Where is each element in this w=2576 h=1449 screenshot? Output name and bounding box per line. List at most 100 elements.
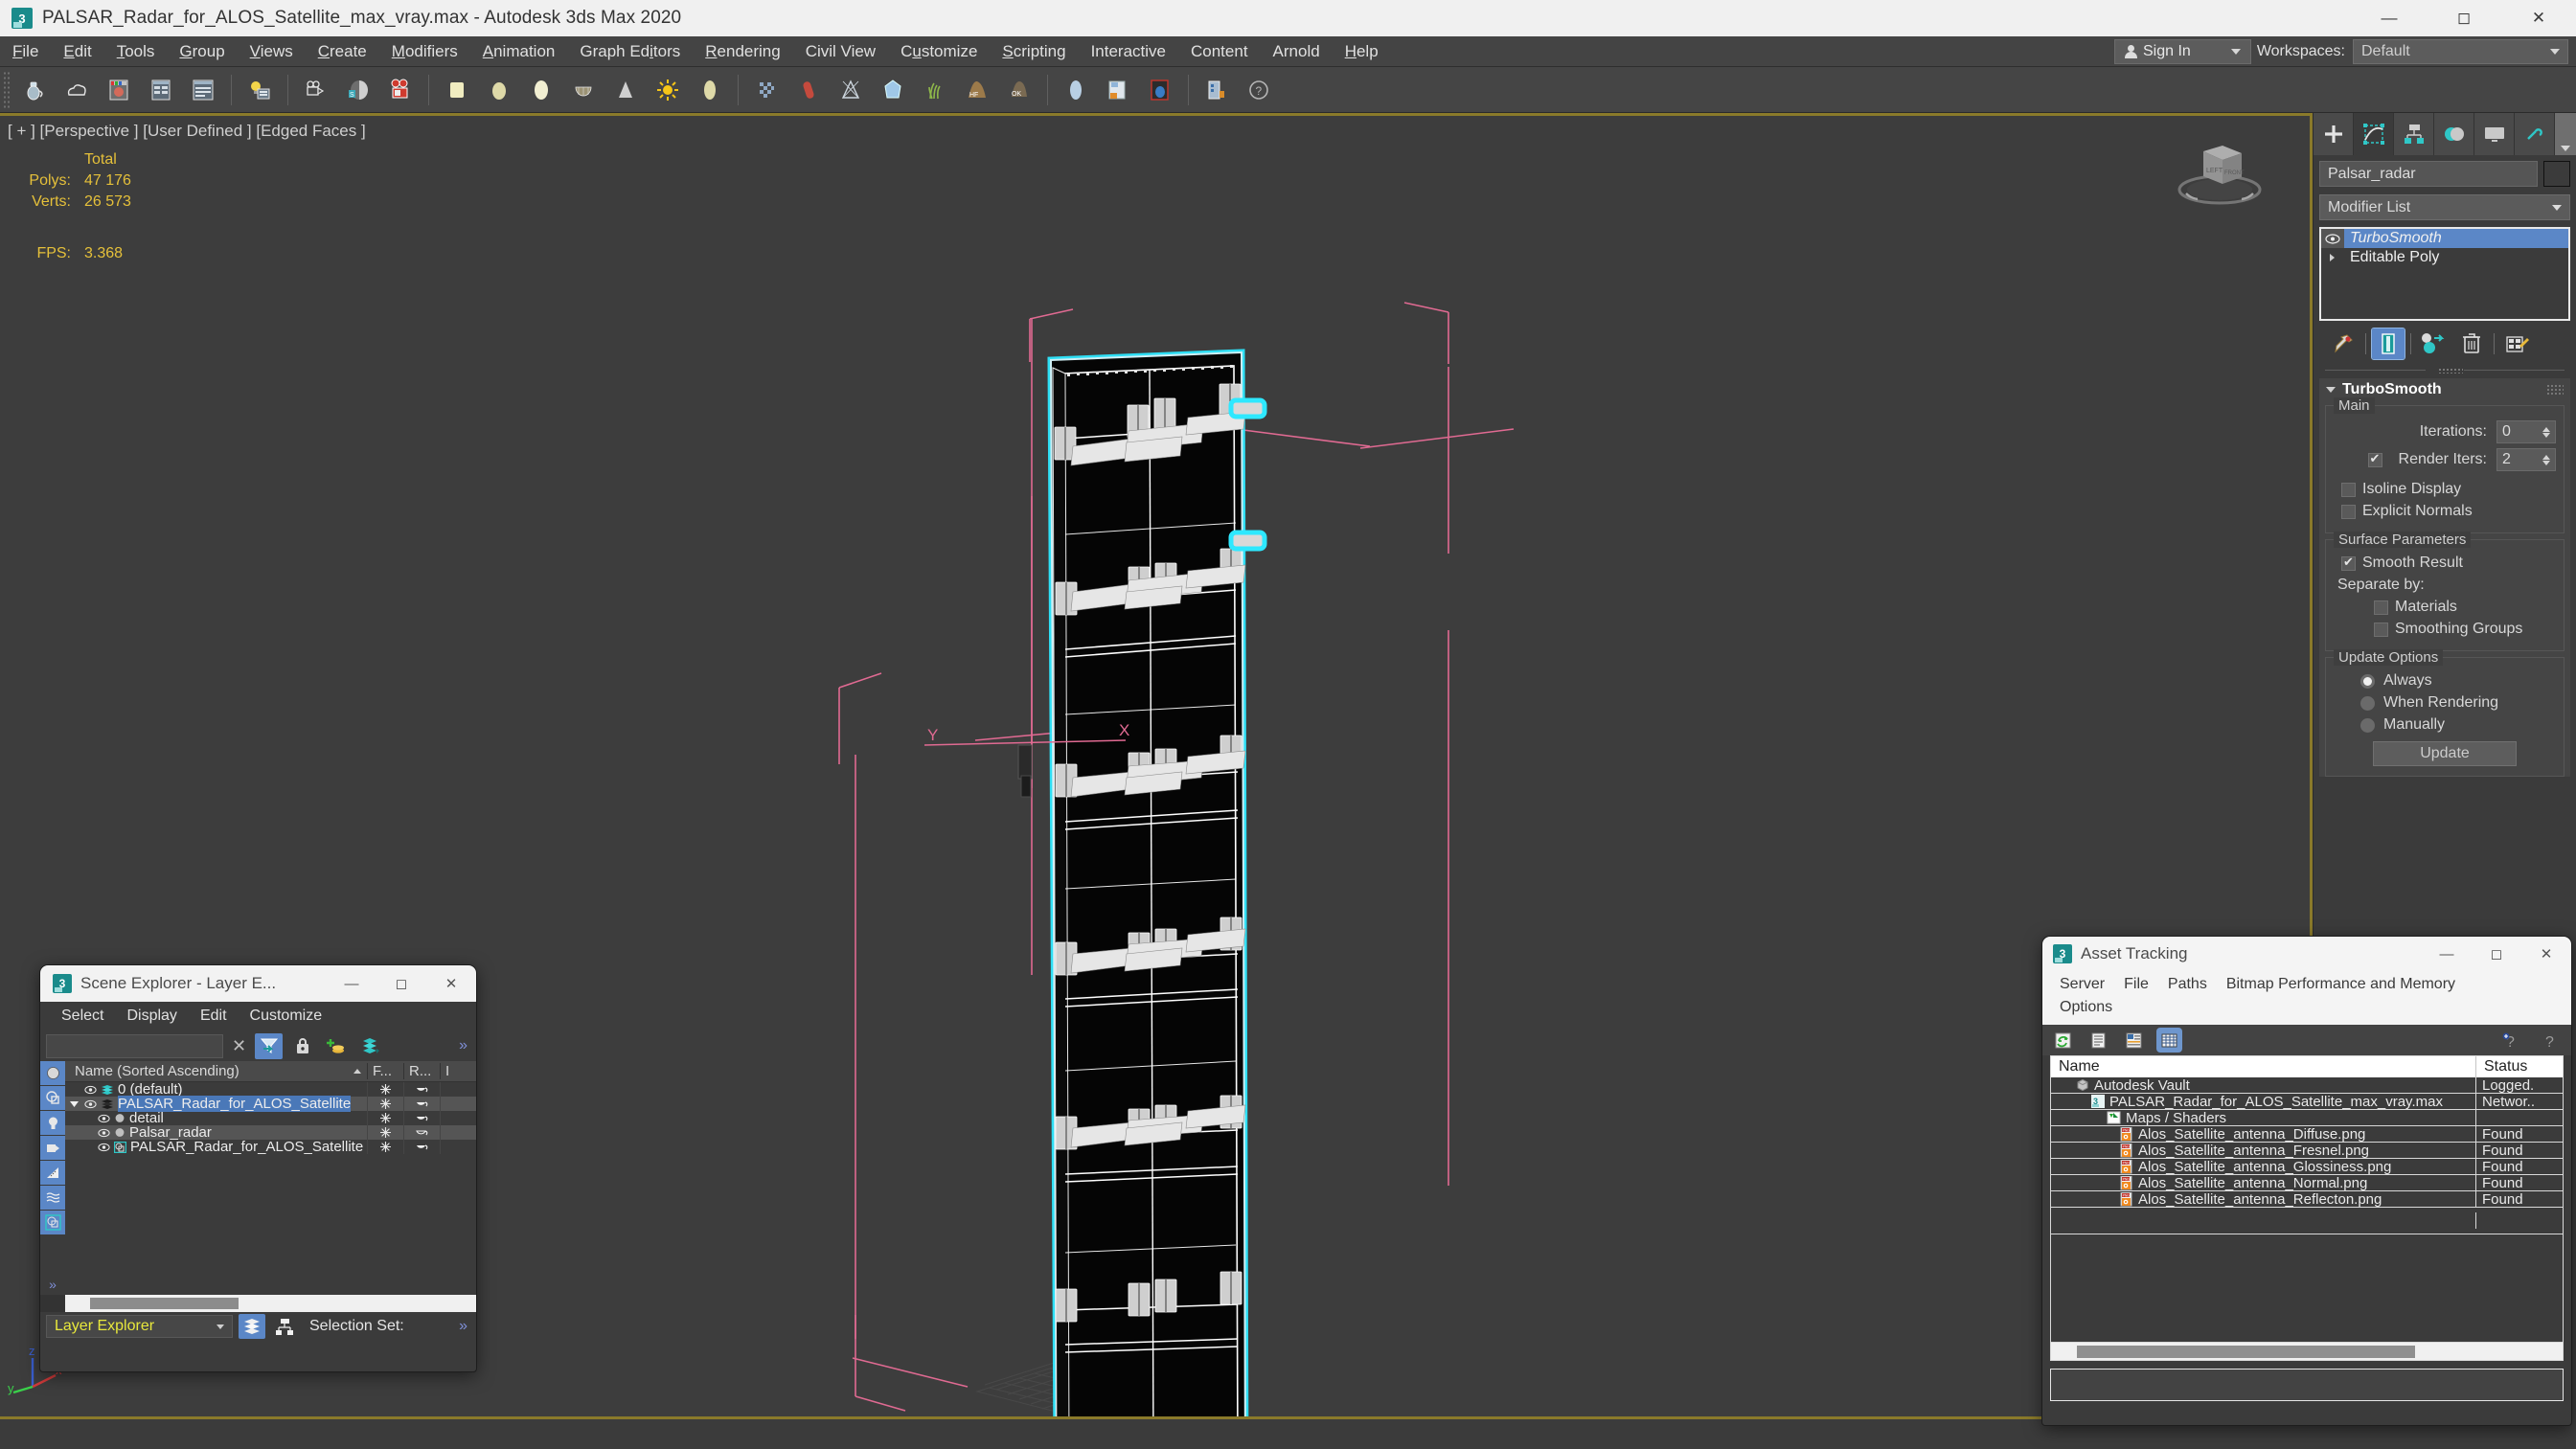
clear-search-icon[interactable]: ✕ (229, 1036, 249, 1056)
menu-rendering[interactable]: Rendering (693, 38, 792, 65)
table-view-icon[interactable] (2156, 1028, 2182, 1053)
render-iters-spinner[interactable]: 2 (2496, 448, 2556, 471)
renderable-cell[interactable] (403, 1125, 440, 1140)
create-tab[interactable] (2314, 113, 2354, 155)
at-menu-file[interactable]: File (2114, 973, 2158, 996)
update-option-manually[interactable]: Manually (2334, 716, 2556, 734)
add-layer-icon[interactable] (322, 1033, 350, 1059)
column-i[interactable]: I (440, 1063, 476, 1079)
i-cell[interactable] (440, 1097, 476, 1111)
menu-interactive[interactable]: Interactive (1079, 38, 1178, 65)
workspace-select[interactable]: Default (2353, 38, 2568, 64)
asset-tracking-close[interactable]: ✕ (2521, 937, 2571, 971)
display-tab[interactable] (2474, 113, 2515, 155)
frozen-cell[interactable] (367, 1111, 403, 1125)
table-row[interactable] (2051, 1208, 2563, 1234)
motion-tab[interactable] (2434, 113, 2474, 155)
asset-tracking-titlebar[interactable]: 3 Asset Tracking — ◻ ✕ (2042, 937, 2571, 971)
menu-help[interactable]: Help (1333, 38, 1391, 65)
horizontal-scrollbar[interactable] (65, 1295, 476, 1312)
ice-icon[interactable] (874, 71, 912, 109)
blue-sphere-icon[interactable] (1057, 71, 1095, 109)
cloud-icon[interactable] (57, 71, 96, 109)
column-name[interactable]: Name (Sorted Ascending) (65, 1063, 367, 1079)
cone-preset-icon[interactable] (606, 71, 645, 109)
materials-checkbox[interactable] (2374, 600, 2388, 615)
scene-explorer-close[interactable]: ✕ (426, 965, 476, 1002)
remove-modifier-icon[interactable] (2455, 328, 2488, 359)
toolbar-overflow-chevron[interactable]: » (459, 1037, 470, 1054)
chevron-down-icon[interactable] (68, 1098, 80, 1109)
horizontal-scrollbar[interactable] (2050, 1343, 2564, 1361)
table-row[interactable]: 0 (default) (65, 1081, 476, 1098)
eye-icon[interactable] (2321, 229, 2344, 248)
column-status[interactable]: Status (2476, 1056, 2563, 1077)
menu-create[interactable]: Create (306, 38, 379, 65)
asset-table[interactable]: Name Status Autodesk Vault Logged. 3 PAL… (2050, 1055, 2564, 1343)
renderable-cell[interactable] (403, 1082, 440, 1097)
table-row[interactable]: Palsar_radar (65, 1124, 476, 1141)
at-menu-paths[interactable]: Paths (2158, 973, 2217, 996)
utilities-tab[interactable] (2515, 113, 2555, 155)
scene-explorer-minimize[interactable]: — (327, 965, 376, 1002)
renderable-cell[interactable] (403, 1097, 440, 1111)
layer-stack-icon[interactable] (355, 1033, 383, 1059)
frozen-cell[interactable] (367, 1082, 403, 1097)
render-setup-icon[interactable]: S (339, 71, 377, 109)
panel-divider[interactable] (2325, 367, 2565, 374)
renderable-cell[interactable] (403, 1140, 440, 1154)
asset-tracking-maximize[interactable]: ◻ (2472, 937, 2521, 971)
table-row[interactable]: PNG Alos_Satellite_antenna_Diffuse.png F… (2051, 1125, 2563, 1143)
plane-preset-icon[interactable] (438, 71, 476, 109)
explicit-normals-row[interactable]: Explicit Normals (2334, 503, 2556, 520)
column-frozen[interactable]: F... (367, 1063, 403, 1079)
table-row[interactable]: PNG Alos_Satellite_antenna_Glossiness.pn… (2051, 1158, 2563, 1175)
update-option-always[interactable]: Always (2334, 672, 2556, 690)
smoothing-groups-row[interactable]: Smoothing Groups (2334, 621, 2556, 638)
menu-customize[interactable]: Customize (888, 38, 990, 65)
maximize-button[interactable]: ◻ (2427, 0, 2501, 36)
make-unique-icon[interactable] (2417, 328, 2450, 359)
scene-explorer-icon[interactable] (271, 1314, 298, 1339)
always-radio[interactable] (2360, 673, 2375, 689)
menu-content[interactable]: Content (1178, 38, 1261, 65)
viewport-label[interactable]: [ + ] [Perspective ] [User Defined ] [Ed… (8, 122, 366, 141)
smooth-result-row[interactable]: Smooth Result (2334, 555, 2556, 572)
menu-arnold[interactable]: Arnold (1261, 38, 1333, 65)
viewcube[interactable]: LEFT FRONT (2167, 130, 2272, 216)
menu-animation[interactable]: Animation (470, 38, 568, 65)
object-color-swatch[interactable] (2543, 161, 2570, 187)
modifier-list-dropdown[interactable]: Modifier List (2319, 194, 2570, 220)
cameras-filter-icon[interactable] (40, 1136, 65, 1161)
minimize-button[interactable]: — (2352, 0, 2427, 36)
scrollbar-thumb[interactable] (2077, 1345, 2415, 1358)
detail-view-icon[interactable] (2121, 1028, 2147, 1053)
at-menu-options[interactable]: Options (2050, 996, 2122, 1019)
explorer-mode-select[interactable]: Layer Explorer (46, 1315, 233, 1338)
menu-views[interactable]: Views (238, 38, 306, 65)
column-renderable[interactable]: R... (403, 1063, 440, 1079)
frozen-cell[interactable] (367, 1140, 403, 1154)
shapes-filter-icon[interactable] (40, 1086, 65, 1111)
scene-converter-icon[interactable] (1197, 71, 1236, 109)
i-cell[interactable] (440, 1082, 476, 1097)
bitmap-icon[interactable] (1099, 71, 1137, 109)
scrollbar-thumb[interactable] (90, 1298, 239, 1309)
se-menu-edit[interactable]: Edit (189, 1005, 239, 1028)
lights-filter-icon[interactable] (40, 1111, 65, 1136)
se-menu-select[interactable]: Select (50, 1005, 115, 1028)
menu-tools[interactable]: Tools (104, 38, 168, 65)
table-row[interactable]: PALSAR_Radar_for_ALOS_Satellite (65, 1096, 476, 1112)
lock-icon[interactable] (288, 1033, 316, 1059)
i-cell[interactable] (440, 1125, 476, 1140)
manually-radio[interactable] (2360, 717, 2375, 733)
object-name-field[interactable]: Palsar_radar (2319, 161, 2538, 187)
column-name[interactable]: Name (2051, 1056, 2476, 1077)
table-row[interactable]: PNG Alos_Satellite_antenna_Reflecton.png… (2051, 1190, 2563, 1208)
render-iters-checkbox[interactable] (2367, 451, 2382, 467)
iterations-spinner[interactable]: 0 (2496, 420, 2556, 443)
smooth-result-checkbox[interactable] (2341, 555, 2356, 571)
geometry-filter-icon[interactable] (40, 1061, 65, 1086)
menu-edit[interactable]: Edit (51, 38, 103, 65)
material-explorer-icon[interactable] (184, 71, 222, 109)
